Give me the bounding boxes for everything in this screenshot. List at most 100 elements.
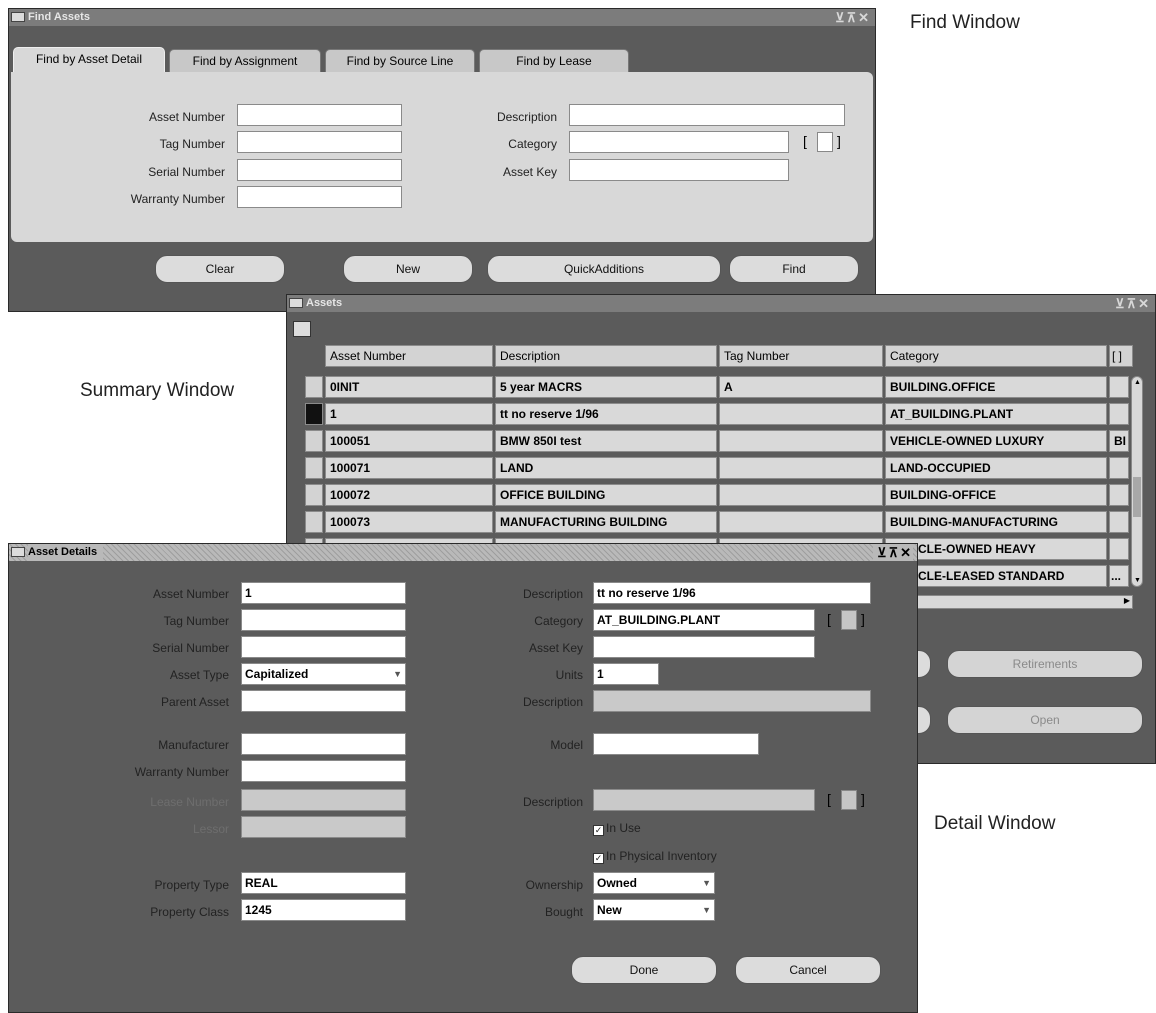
warranty-description-field[interactable] [593,789,815,811]
row-indicator[interactable] [305,484,323,506]
in-use-checkbox[interactable]: ✓ In Use [593,821,641,836]
find-window-titlebar[interactable]: Find Assets ⊻⊼✕ [9,9,875,26]
window-controls[interactable]: ⊻⊼✕ [873,544,913,561]
cell-category[interactable]: AT_BUILDING.PLANT [885,403,1107,425]
asset-number-field[interactable]: 1 [241,582,406,604]
category-flex-field[interactable] [841,610,857,630]
units-field[interactable]: 1 [593,663,659,685]
vertical-scrollbar[interactable]: ▲ ▼ [1131,376,1143,587]
column-header-flex[interactable]: [ ] [1109,345,1133,367]
cell-asset-number[interactable]: 1 [325,403,493,425]
chevron-down-icon[interactable]: ▼ [702,873,711,893]
tab-find-by-lease[interactable]: Find by Lease [479,49,629,73]
cell-tag-number[interactable]: A [719,376,883,398]
asset-number-field[interactable] [237,104,402,126]
chevron-down-icon[interactable]: ▼ [393,664,402,684]
row-indicator[interactable] [305,457,323,479]
cell-tag-number[interactable] [719,484,883,506]
cell-flex[interactable]: ... [1109,565,1129,587]
asset-type-select[interactable]: Capitalized ▼ [241,663,406,685]
in-physical-inventory-checkbox[interactable]: ✓ In Physical Inventory [593,849,717,864]
cell-asset-number[interactable]: 100073 [325,511,493,533]
tag-number-field[interactable] [241,609,406,631]
tab-find-by-assignment[interactable]: Find by Assignment [169,49,321,73]
tab-find-by-asset-detail[interactable]: Find by Asset Detail [13,47,165,73]
cell-description[interactable]: LAND [495,457,717,479]
parent-asset-field[interactable] [241,690,406,712]
cell-tag-number[interactable] [719,457,883,479]
cell-category[interactable]: LAND-OCCUPIED [885,457,1107,479]
serial-number-field[interactable] [241,636,406,658]
window-controls[interactable]: ⊻⊼✕ [1115,295,1151,312]
cell-flex[interactable] [1109,376,1129,398]
model-field[interactable] [593,733,759,755]
cell-category[interactable]: VEHICLE-OWNED HEAVY [885,538,1107,560]
cell-tag-number[interactable] [719,430,883,452]
scroll-up-icon[interactable]: ▲ [1134,379,1141,386]
cell-flex[interactable] [1109,538,1129,560]
cell-category[interactable]: VEHICLE-LEASED STANDARD [885,565,1107,587]
find-button[interactable]: Find [729,255,859,283]
row-indicator-current[interactable] [305,403,323,425]
warranty-number-field[interactable] [241,760,406,782]
retirements-button[interactable]: Retirements [947,650,1143,678]
serial-number-field[interactable] [237,159,402,181]
summary-window-titlebar[interactable]: Assets ⊻⊼✕ [287,295,1155,312]
row-indicator[interactable] [305,511,323,533]
category-field[interactable]: AT_BUILDING.PLANT [593,609,815,631]
done-button[interactable]: Done [571,956,717,984]
cell-asset-number[interactable]: 0INIT [325,376,493,398]
tag-number-field[interactable] [237,131,402,153]
asset-key-field[interactable] [593,636,815,658]
quickadditions-button[interactable]: QuickAdditions [487,255,721,283]
cancel-button[interactable]: Cancel [735,956,881,984]
cell-description[interactable]: tt no reserve 1/96 [495,403,717,425]
cell-description[interactable]: MANUFACTURING BUILDING [495,511,717,533]
cell-flex[interactable] [1109,511,1129,533]
bought-select[interactable]: New ▼ [593,899,715,921]
scroll-right-icon[interactable]: ▶ [1124,596,1130,605]
cell-asset-number[interactable]: 100051 [325,430,493,452]
window-controls[interactable]: ⊻⊼✕ [835,9,871,26]
cell-category[interactable]: BUILDING-MANUFACTURING [885,511,1107,533]
cell-tag-number[interactable] [719,511,883,533]
warranty-flex-field[interactable] [841,790,857,810]
new-button[interactable]: New [343,255,473,283]
cell-asset-number[interactable]: 100071 [325,457,493,479]
row-indicator[interactable] [305,430,323,452]
row-indicator[interactable] [305,376,323,398]
open-button[interactable]: Open [947,706,1143,734]
folder-icon[interactable] [293,321,311,337]
cell-category[interactable]: VEHICLE-OWNED LUXURY [885,430,1107,452]
cell-description[interactable]: OFFICE BUILDING [495,484,717,506]
column-header-description[interactable]: Description [495,345,717,367]
cell-category[interactable]: BUILDING.OFFICE [885,376,1107,398]
cell-asset-number[interactable]: 100072 [325,484,493,506]
cell-flex[interactable]: BI [1109,430,1129,452]
cell-flex[interactable] [1109,403,1129,425]
category-field[interactable] [569,131,789,153]
column-header-tag-number[interactable]: Tag Number [719,345,883,367]
cell-description[interactable]: 5 year MACRS [495,376,717,398]
asset-key-field[interactable] [569,159,789,181]
column-header-asset-number[interactable]: Asset Number [325,345,493,367]
horizontal-scrollbar[interactable]: ▶ [885,595,1133,609]
property-class-field[interactable]: 1245 [241,899,406,921]
warranty-number-field[interactable] [237,186,402,208]
units-description-field[interactable] [593,690,871,712]
cell-category[interactable]: BUILDING-OFFICE [885,484,1107,506]
cell-flex[interactable] [1109,457,1129,479]
tab-find-by-source-line[interactable]: Find by Source Line [325,49,475,73]
scroll-thumb[interactable] [1133,477,1141,517]
property-type-field[interactable]: REAL [241,872,406,894]
cell-flex[interactable] [1109,484,1129,506]
ownership-select[interactable]: Owned ▼ [593,872,715,894]
cell-description[interactable]: BMW 850I test [495,430,717,452]
scroll-down-icon[interactable]: ▼ [1134,577,1141,584]
clear-button[interactable]: Clear [155,255,285,283]
manufacturer-field[interactable] [241,733,406,755]
lease-number-field[interactable] [241,789,406,811]
cell-tag-number[interactable] [719,403,883,425]
description-field[interactable]: tt no reserve 1/96 [593,582,871,604]
category-flex-field[interactable] [817,132,833,152]
